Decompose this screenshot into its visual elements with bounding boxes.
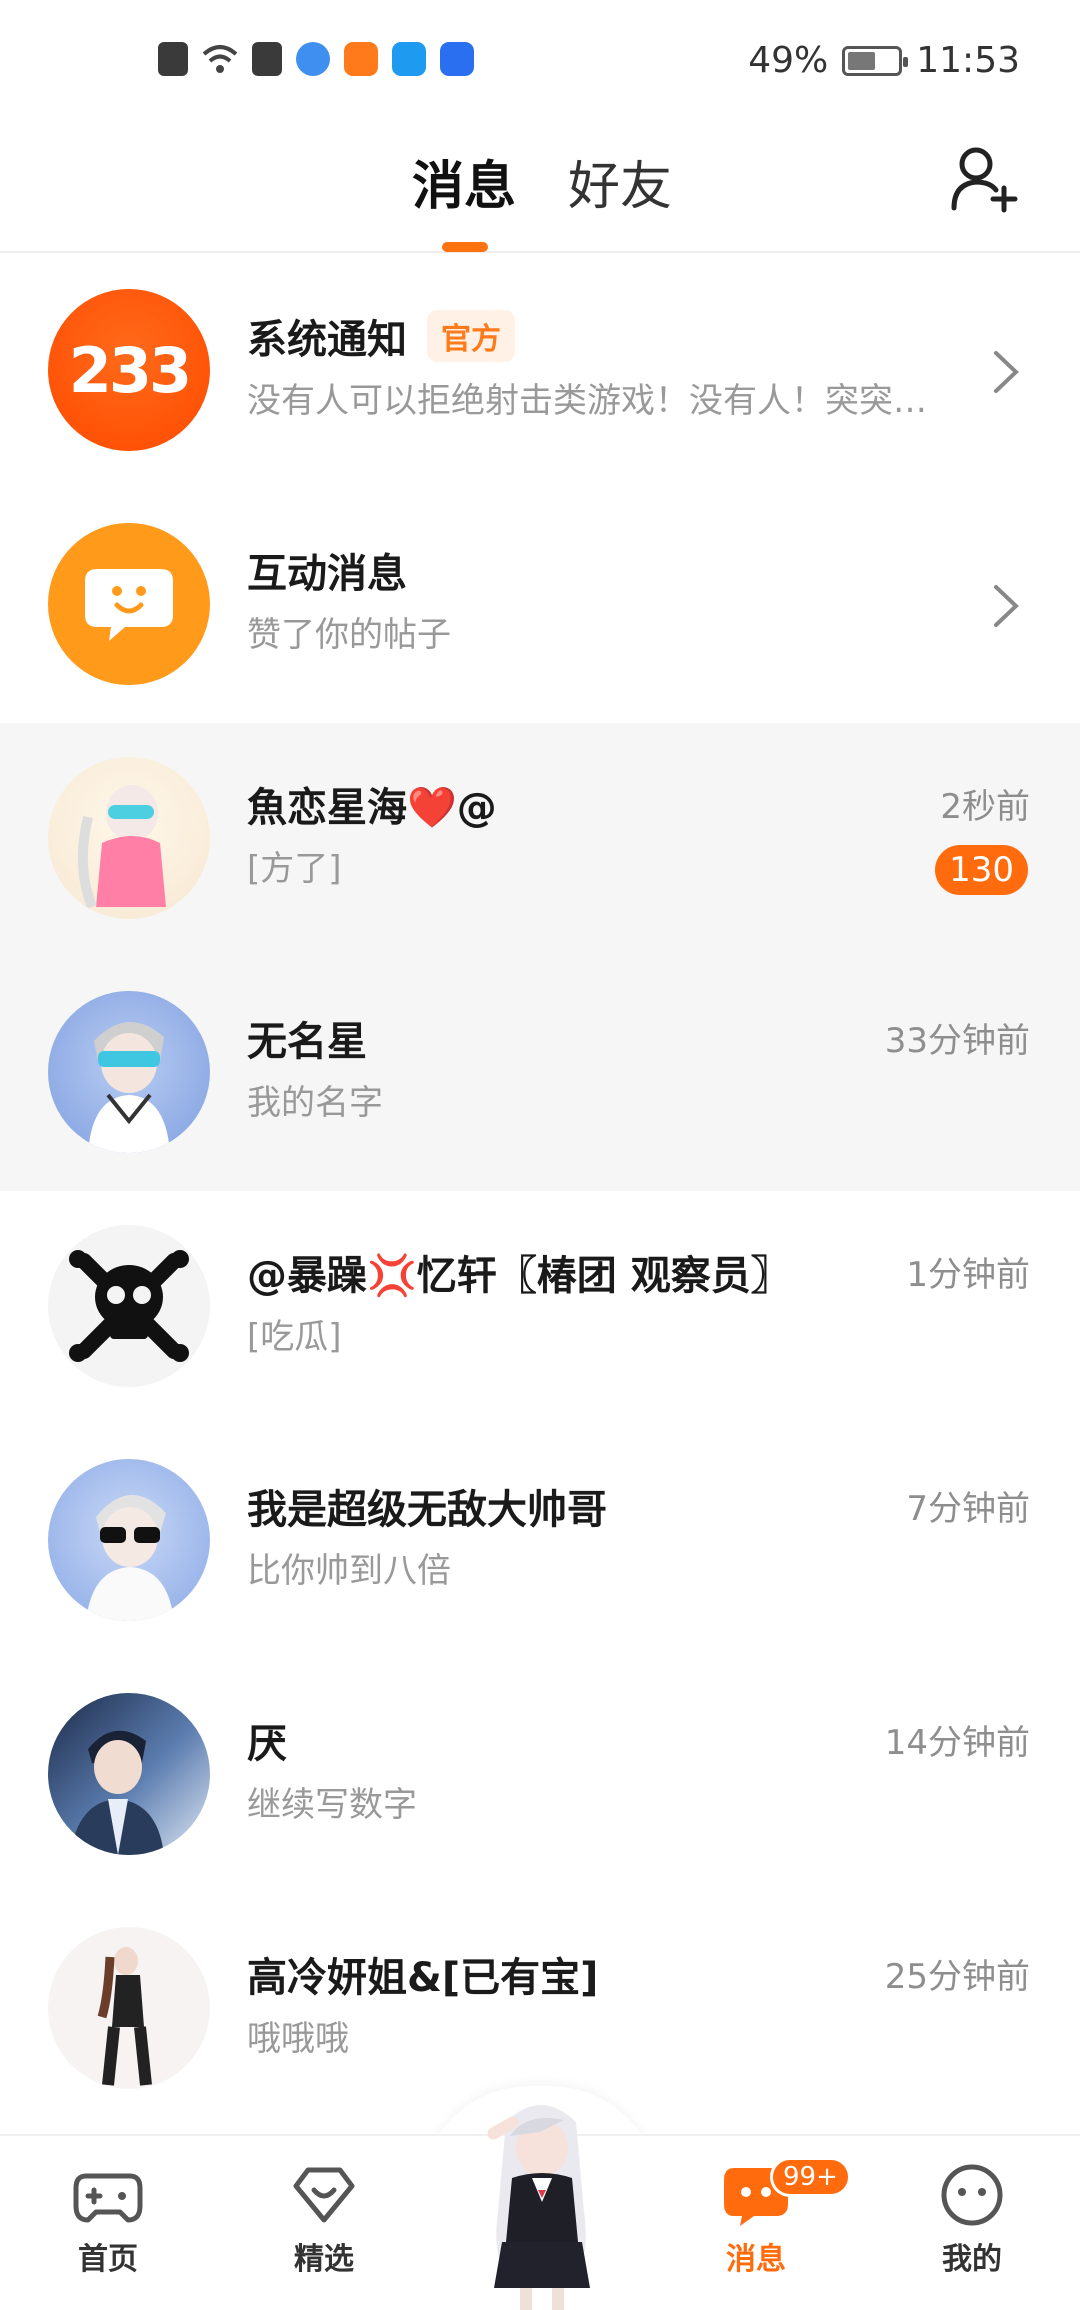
add-friend-icon[interactable] bbox=[950, 144, 1020, 214]
row-preview: 没有人可以拒绝射击类游戏！没有人！突突… bbox=[247, 381, 927, 421]
smile-bubble-icon bbox=[85, 569, 173, 641]
message-preview: 我的名字 bbox=[247, 1083, 383, 1123]
bulb-app-icon bbox=[440, 42, 474, 76]
status-bar: 49% 11:53 bbox=[0, 0, 1080, 120]
message-time: 14分钟前 bbox=[884, 1723, 1030, 1763]
official-badge: 官方 bbox=[427, 310, 515, 362]
skull-icon bbox=[69, 1250, 189, 1362]
row-title: 系统通知 官方 bbox=[247, 307, 515, 365]
avatar bbox=[48, 1225, 210, 1387]
message-time: 33分钟前 bbox=[884, 1021, 1030, 1061]
interaction-row[interactable]: 互动消息 赞了你的帖子 bbox=[0, 489, 1080, 723]
chevron-right-icon bbox=[994, 351, 1019, 393]
avatar bbox=[48, 1459, 210, 1621]
avatar bbox=[48, 1693, 210, 1855]
nav-me[interactable]: 我的 bbox=[902, 2162, 1042, 2278]
conversation-row[interactable]: 无名星 我的名字 33分钟前 bbox=[0, 957, 1080, 1191]
alert-icon bbox=[158, 42, 188, 76]
top-header: 消息 好友 bbox=[0, 120, 1080, 253]
system-notice-row[interactable]: 233 系统通知 官方 没有人可以拒绝射击类游戏！没有人！突突… bbox=[0, 255, 1080, 489]
nav-label: 我的 bbox=[942, 2242, 1002, 2277]
system-notice-title: 系统通知 bbox=[247, 317, 407, 363]
message-time: 1分钟前 bbox=[906, 1255, 1030, 1295]
search-app-icon bbox=[392, 42, 426, 76]
nav-home[interactable]: 首页 bbox=[38, 2162, 178, 2278]
system-avatar: 233 bbox=[48, 289, 210, 451]
conversation-row[interactable]: 魚恋星海❤️@ [方了] 2秒前 130 bbox=[0, 723, 1080, 957]
message-time: 25分钟前 bbox=[884, 1957, 1030, 1997]
contact-name: 高冷妍姐&[已有宝] bbox=[247, 1955, 599, 2001]
nav-label: 首页 bbox=[78, 2242, 138, 2277]
video-app-icon bbox=[344, 42, 378, 76]
contact-name: 厌 bbox=[247, 1721, 287, 1767]
clock: 11:53 bbox=[916, 40, 1020, 81]
message-preview: [吃瓜] bbox=[247, 1317, 342, 1357]
tab-messages[interactable]: 消息 bbox=[412, 144, 516, 219]
avatar bbox=[48, 1927, 210, 2089]
avatar bbox=[48, 991, 210, 1153]
unread-count-badge: 130 bbox=[935, 845, 1028, 895]
avatar bbox=[48, 757, 210, 919]
battery-percent: 49% bbox=[748, 40, 829, 81]
message-preview: 继续写数字 bbox=[247, 1785, 417, 1825]
messages-badge: 99+ bbox=[770, 2157, 851, 2197]
message-time: 2秒前 bbox=[940, 787, 1030, 827]
message-time: 7分钟前 bbox=[906, 1489, 1030, 1529]
interaction-avatar bbox=[48, 523, 210, 685]
wifi-icon bbox=[202, 45, 238, 73]
row-preview: 赞了你的帖子 bbox=[247, 615, 451, 655]
nav-featured[interactable]: 精选 bbox=[254, 2162, 394, 2278]
message-list: 233 系统通知 官方 没有人可以拒绝射击类游戏！没有人！突突… 互动消息 赞了你… bbox=[0, 255, 1080, 2127]
contact-name: 无名星 bbox=[247, 1019, 367, 1065]
contact-name: 魚恋星海❤️@ bbox=[247, 785, 497, 831]
conversation-row[interactable]: 厌 继续写数字 14分钟前 bbox=[0, 1659, 1080, 1893]
contact-name: 我是超级无敌大帅哥 bbox=[247, 1487, 607, 1533]
mascot-avatar-button[interactable] bbox=[466, 2092, 616, 2310]
battery-icon bbox=[842, 45, 909, 76]
message-preview: 哦哦哦 bbox=[247, 2019, 349, 2059]
nav-label: 消息 bbox=[726, 2242, 786, 2277]
message-preview: 比你帅到八倍 bbox=[247, 1551, 451, 1591]
tab-indicator bbox=[442, 242, 488, 252]
nav-label: 精选 bbox=[294, 2242, 354, 2277]
face-icon bbox=[941, 2164, 1003, 2226]
browser-app-icon bbox=[296, 42, 330, 76]
contact-name: @暴躁💢忆轩〖椿团 观察员〗 bbox=[247, 1253, 791, 1299]
chevron-right-icon bbox=[994, 585, 1019, 627]
sim-alert-icon bbox=[252, 42, 282, 76]
conversation-row[interactable]: @暴躁💢忆轩〖椿团 观察员〗 [吃瓜] 1分钟前 bbox=[0, 1191, 1080, 1425]
conversation-row[interactable]: 我是超级无敌大帅哥 比你帅到八倍 7分钟前 bbox=[0, 1425, 1080, 1659]
gamepad-icon bbox=[73, 2173, 143, 2223]
status-icons bbox=[158, 42, 474, 76]
message-preview: [方了] bbox=[247, 849, 342, 889]
heart-diamond-icon bbox=[293, 2167, 355, 2223]
row-title: 互动消息 bbox=[247, 551, 407, 597]
tab-friends[interactable]: 好友 bbox=[568, 144, 672, 219]
